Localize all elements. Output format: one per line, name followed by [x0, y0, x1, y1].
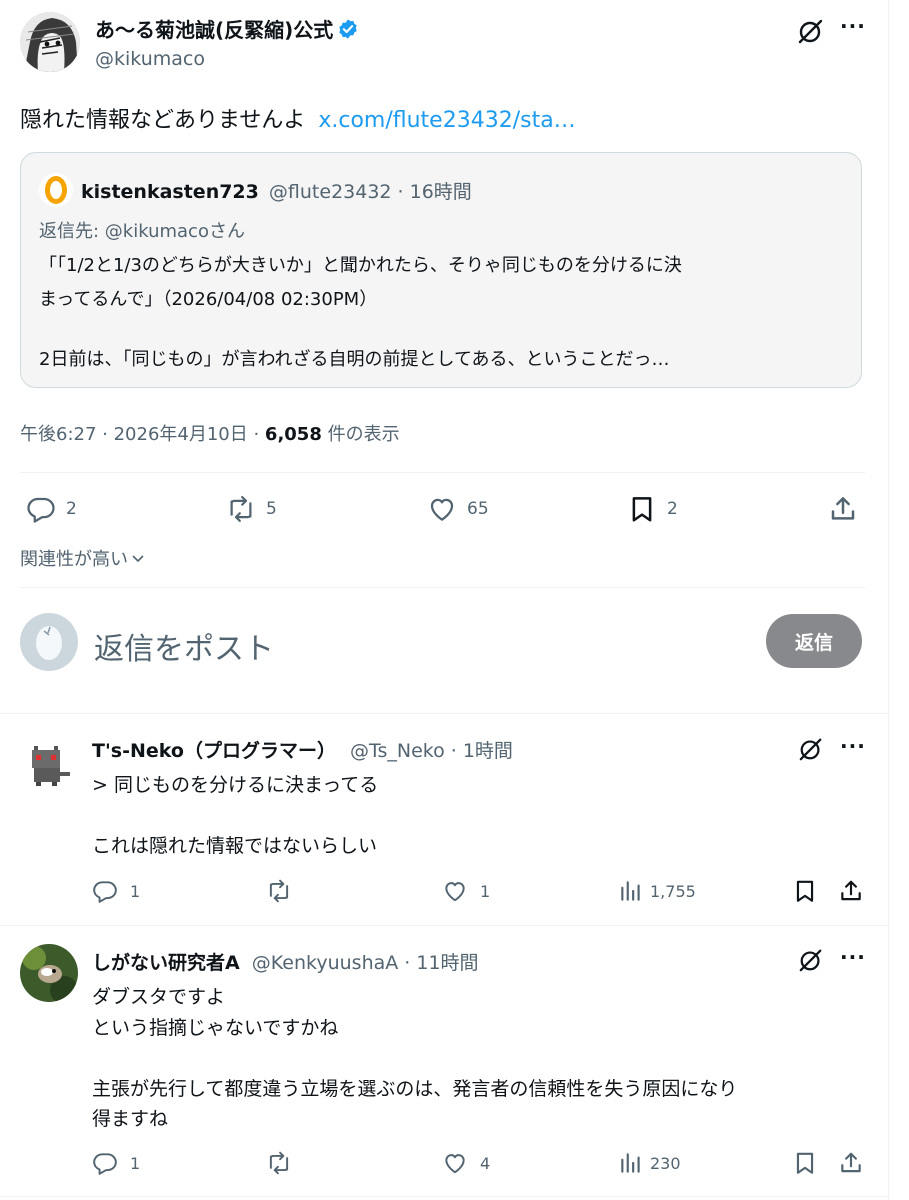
like-button[interactable]: 4 [442, 1150, 490, 1176]
repost-button[interactable]: 5 [226, 494, 277, 524]
quote-avatar [39, 173, 73, 207]
verified-badge-icon [337, 18, 359, 40]
views-count: 230 [650, 1153, 681, 1173]
reply-avatar[interactable] [20, 738, 76, 794]
bookmark-icon [792, 1150, 818, 1176]
repost-count: 5 [266, 499, 277, 519]
sort-label: 関連性が高い [20, 549, 128, 570]
composer-avatar[interactable] [20, 613, 78, 671]
like-button[interactable]: 1 [442, 878, 490, 904]
analytics-icon [618, 878, 644, 904]
reply-text-line-4: 得ますね [92, 1108, 169, 1130]
reply-display-name[interactable]: しがない研究者A [92, 952, 240, 974]
reply-count: 2 [66, 499, 77, 519]
reply-button[interactable]: 1 [92, 878, 140, 904]
quote-card[interactable]: kistenkasten723 @flute23432 · 16時間 返信先: … [20, 152, 862, 388]
quote-text-line-3: 2日前は、「同じもの」が言われざる自明の前提としてある、ということだっ… [39, 349, 670, 370]
display-name[interactable]: あ～る菊池誠(反緊縮)公式 [95, 14, 333, 43]
bookmark-icon [627, 494, 657, 524]
repost-icon [266, 878, 292, 904]
grok-icon[interactable] [798, 736, 824, 762]
quote-meta: @flute23432 · 16時間 [268, 181, 472, 203]
reply-button[interactable]: 1 [92, 1150, 140, 1176]
like-count: 65 [467, 499, 489, 519]
divider [20, 587, 865, 588]
more-options-icon[interactable]: ··· [840, 14, 866, 38]
views-button[interactable]: 1,755 [618, 878, 696, 904]
quote-text-line-1: 「「1/2と1/3のどちらが大きいか」と聞かれたら、そりゃ同じものを分けるに決 [39, 255, 682, 276]
reply-button[interactable]: 2 [26, 494, 77, 524]
reply-text-line-1: ダブスタですよ [92, 986, 226, 1008]
tweet-link[interactable]: x.com/flute23432/sta… [318, 108, 575, 133]
tweet-text-body: 隠れた情報などありませんよ [20, 108, 306, 133]
timestamp-text: 午後6:27 · 2026年4月10日 · [20, 424, 265, 445]
quote-reply-to: 返信先: @kikumacoさん [39, 221, 245, 242]
reply-input[interactable]: 返信をポスト [94, 624, 274, 668]
reply-count: 1 [130, 1153, 141, 1173]
divider [20, 472, 865, 473]
bookmark-button[interactable]: 2 [627, 494, 678, 524]
timeline-border [888, 0, 889, 1200]
share-icon [828, 494, 858, 524]
share-icon [838, 1150, 864, 1176]
repost-icon [266, 1150, 292, 1176]
like-button[interactable]: 65 [427, 494, 489, 524]
reply-submit-button[interactable]: 返信 [766, 614, 862, 668]
avatar[interactable] [20, 12, 80, 72]
share-icon [838, 878, 864, 904]
bookmark-icon [792, 878, 818, 904]
divider [0, 713, 888, 714]
divider [0, 925, 888, 926]
reply-display-name[interactable]: T's-Neko（プログラマー） [92, 740, 336, 762]
reply-icon [26, 494, 56, 524]
reply-icon [92, 878, 118, 904]
share-button[interactable] [838, 878, 864, 904]
repost-button[interactable] [266, 1150, 292, 1176]
views-label: 件の表示 [321, 424, 400, 445]
chevron-down-icon [130, 550, 146, 566]
tweet-timestamp: 午後6:27 · 2026年4月10日 · 6,058 件の表示 [20, 420, 400, 446]
reply-text-line-2: という指摘じゃないですかね [92, 1017, 339, 1039]
sort-dropdown[interactable]: 関連性が高い [20, 545, 146, 571]
heart-icon [442, 1150, 468, 1176]
analytics-icon [618, 1150, 644, 1176]
quote-display-name: kistenkasten723 [81, 181, 259, 203]
more-options-icon[interactable]: ··· [840, 734, 866, 758]
views-count: 1,755 [650, 881, 696, 901]
grok-icon[interactable] [798, 947, 824, 973]
views-button[interactable]: 230 [618, 1150, 681, 1176]
bookmark-button[interactable] [792, 1150, 818, 1176]
bookmark-count: 2 [667, 499, 678, 519]
handle[interactable]: @kikumaco [95, 48, 205, 70]
reply-count: 1 [130, 881, 141, 901]
views-count: 6,058 [264, 424, 322, 445]
tweet-text: 隠れた情報などありませんよ x.com/flute23432/sta… [20, 102, 576, 134]
heart-icon [427, 494, 457, 524]
like-count: 4 [480, 1153, 491, 1173]
reply-text-line-3: 主張が先行して都度違う立場を選ぶのは、発言者の信頼性を失う原因になり [92, 1078, 738, 1100]
share-button[interactable] [838, 1150, 864, 1176]
grok-icon[interactable] [797, 17, 825, 45]
repost-button[interactable] [266, 878, 292, 904]
share-button[interactable] [828, 494, 858, 524]
reply-icon [92, 1150, 118, 1176]
bookmark-button[interactable] [792, 878, 818, 904]
reply-text-line-1: > 同じものを分けるに決まってる [92, 774, 379, 796]
repost-icon [226, 494, 256, 524]
divider [0, 1196, 888, 1197]
reply-meta[interactable]: @KenkyuushaA · 11時間 [252, 952, 479, 974]
reply-avatar[interactable] [20, 944, 78, 1002]
heart-icon [442, 878, 468, 904]
quote-text-line-2: まってるんで」（2026/04/08 02:30PM） [39, 289, 378, 310]
more-options-icon[interactable]: ··· [840, 945, 866, 969]
like-count: 1 [480, 881, 491, 901]
reply-meta[interactable]: @Ts_Neko · 1時間 [350, 740, 513, 762]
reply-text-line-2: これは隠れた情報ではないらしい [92, 835, 378, 857]
